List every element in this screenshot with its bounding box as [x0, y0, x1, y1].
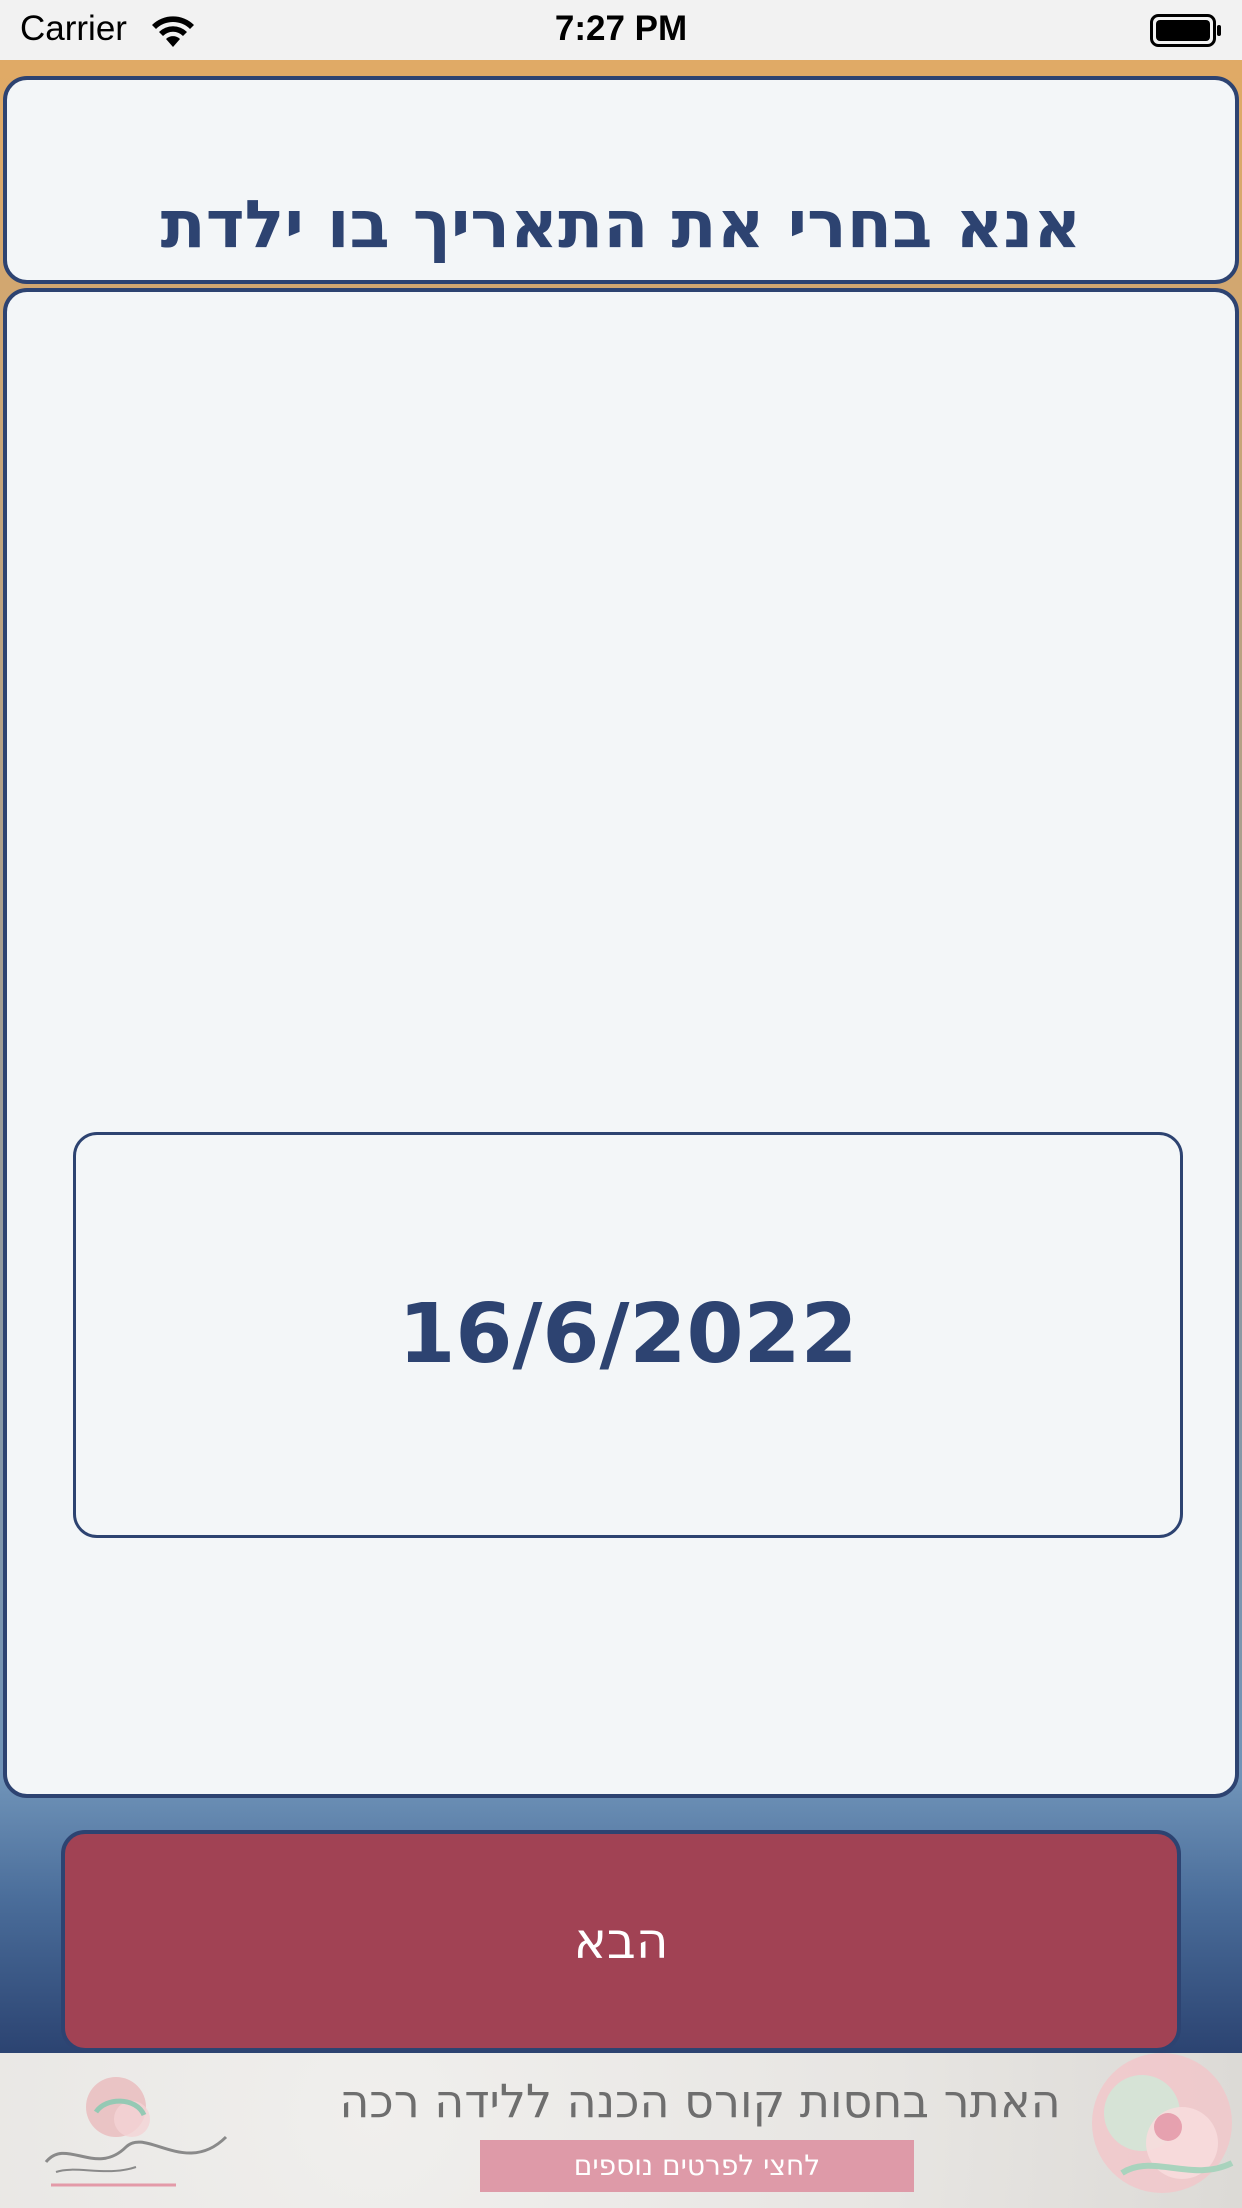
soft-birth-logo-icon	[44, 2077, 228, 2187]
status-bar: Carrier 7:27 PM	[0, 0, 1242, 60]
date-picker-card: 16/6/2022	[3, 288, 1239, 1798]
title-card: אנא בחרי את התאריך בו ילדת	[3, 76, 1239, 284]
status-time: 7:27 PM	[554, 9, 688, 48]
next-button[interactable]: הבא	[61, 1830, 1181, 2052]
flower-icon	[1092, 2053, 1234, 2193]
page-title: אנא בחרי את התאריך בו ילדת	[160, 186, 1082, 263]
date-selector[interactable]: 16/6/2022	[73, 1132, 1183, 1538]
next-button-label: הבא	[573, 1912, 669, 1970]
ad-more-details-button[interactable]: לחצי לפרטים נוספים	[480, 2140, 914, 2192]
selected-date-value: 16/6/2022	[398, 1287, 858, 1382]
battery-full-icon	[1150, 14, 1221, 47]
